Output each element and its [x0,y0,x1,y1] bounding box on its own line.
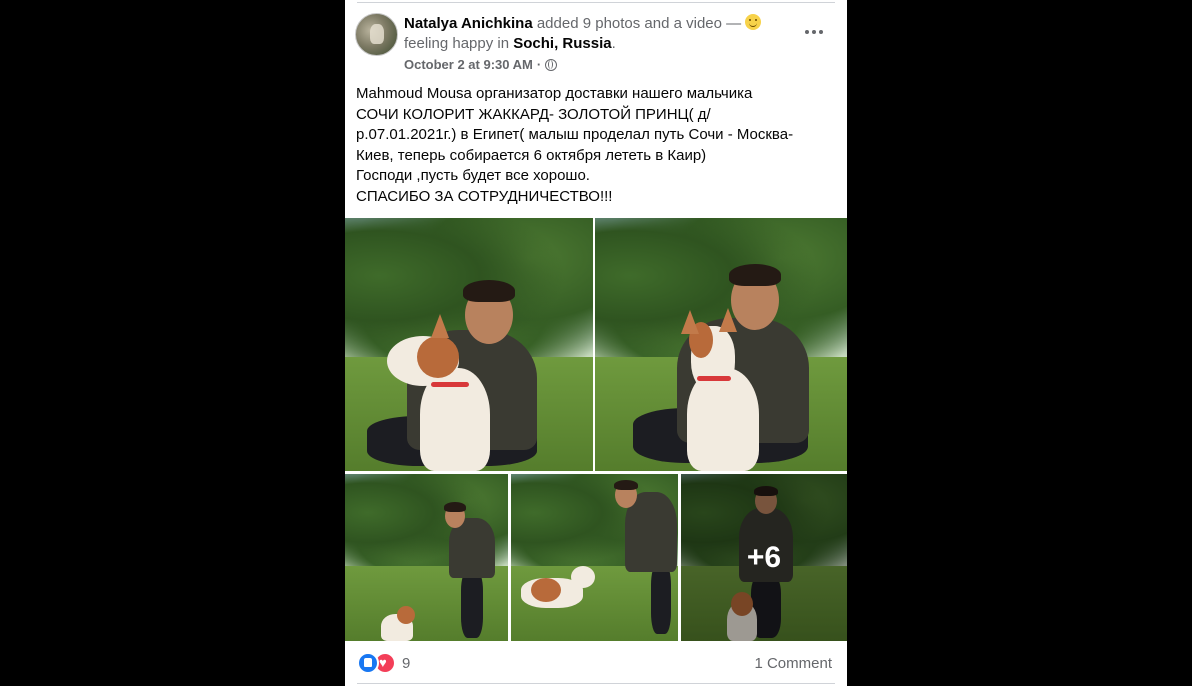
facebook-post: Natalya Anichkina added 9 photos and a v… [345,0,847,686]
post-body-text: Mahmoud Mousa организатор доставки нашег… [356,85,794,205]
post-photo-1[interactable] [345,218,593,471]
reactions-summary[interactable]: 9 [357,652,410,674]
feeling-text: feeling happy in [404,35,514,52]
smiley-icon [745,14,762,30]
like-icon [357,652,379,674]
location-link[interactable]: Sochi, Russia [513,35,611,52]
post-header: Natalya Anichkina added 9 photos and a v… [404,14,784,54]
post-action-text: added 9 photos and a video — [532,15,746,32]
author-name[interactable]: Natalya Anichkina [404,15,533,32]
divider [357,683,835,684]
post-photo-4[interactable] [511,474,678,641]
post-photo-3[interactable] [345,474,508,641]
author-avatar[interactable] [355,13,398,56]
globe-icon[interactable] [545,58,558,71]
reaction-count: 9 [402,654,411,672]
post-timestamp[interactable]: October 2 at 9:30 AM [404,57,533,72]
post-photo-5[interactable]: +6 [681,474,847,641]
more-options-icon[interactable] [799,21,829,43]
location-suffix: . [611,35,616,52]
meta-separator: · [536,57,542,72]
comments-count-link[interactable]: 1 Comment [754,655,832,672]
divider [357,2,835,3]
post-meta: October 2 at 9:30 AM · [404,57,558,72]
more-photos-overlay[interactable]: +6 [681,474,847,641]
post-photo-2[interactable] [595,218,847,471]
